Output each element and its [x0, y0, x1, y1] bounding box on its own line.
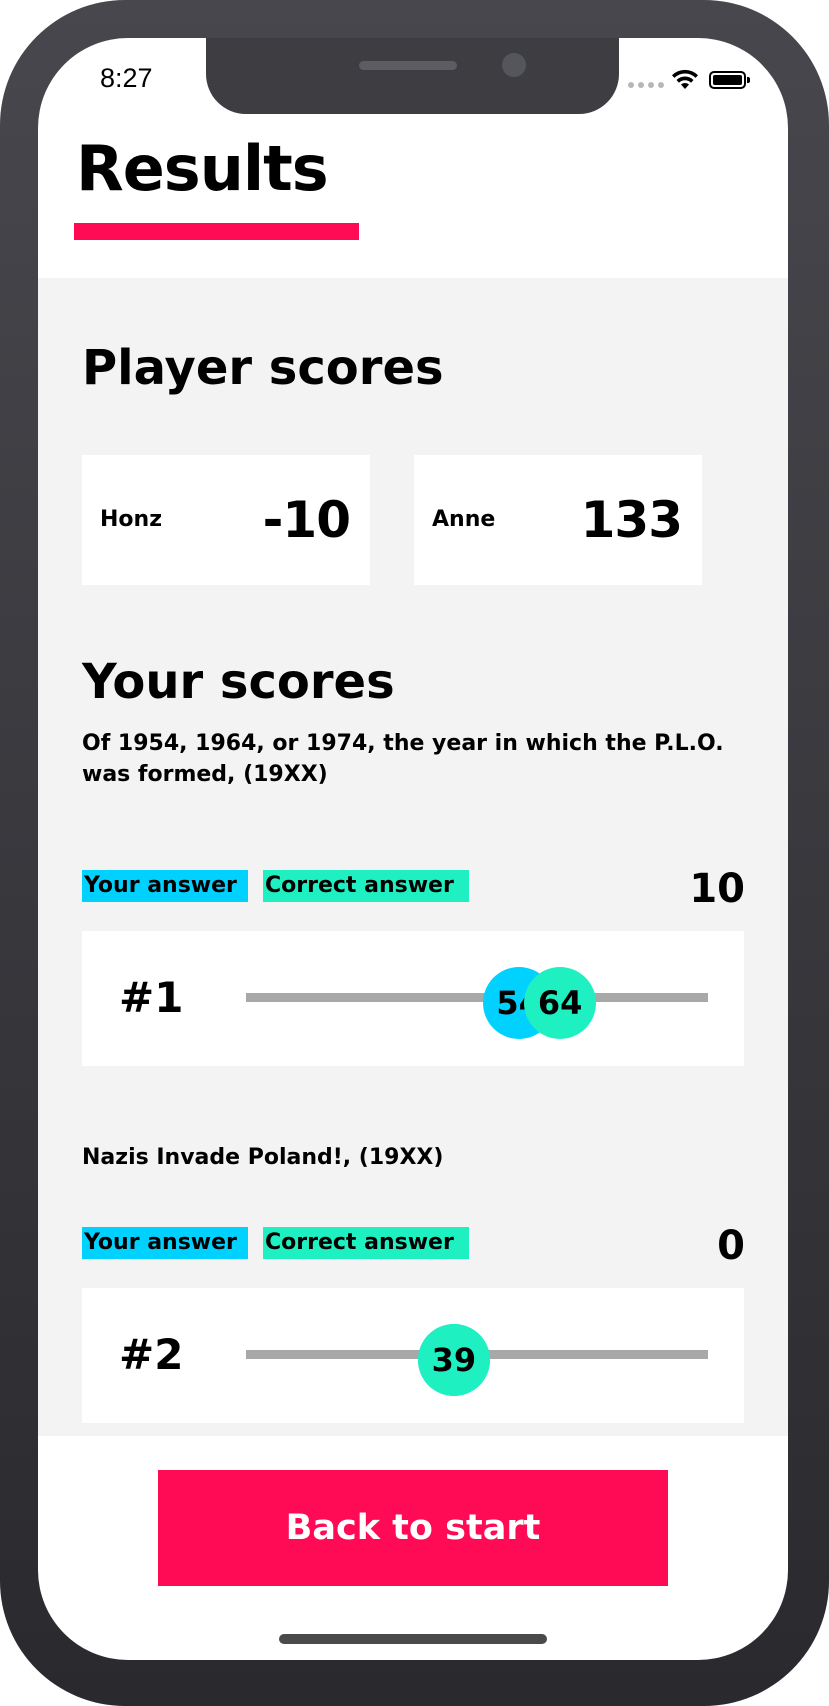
- correct-answer-tag: Correct answer: [263, 870, 469, 902]
- player-name: Honz: [100, 507, 162, 532]
- player-score-card: Anne 133: [414, 455, 702, 585]
- answer-card: #2 39 39: [82, 1288, 744, 1423]
- correct-answer-marker: 64: [524, 967, 597, 1039]
- your-answer-tag: Your answer: [82, 1227, 248, 1259]
- status-time: 8:27: [100, 63, 153, 93]
- player-score-card: Honz -10: [82, 455, 370, 585]
- answer-card: #1 54 64: [82, 931, 744, 1066]
- page-title: Results: [76, 132, 329, 205]
- notch: [206, 38, 619, 114]
- camera: [502, 53, 526, 77]
- player-score: -10: [262, 491, 351, 549]
- your-scores-heading: Your scores: [82, 654, 395, 710]
- question-points: 10: [689, 866, 745, 912]
- question-points: 0: [717, 1223, 745, 1269]
- question-number: #2: [119, 1330, 184, 1379]
- battery-icon: [709, 71, 750, 89]
- home-indicator: [279, 1634, 547, 1644]
- player-scores-heading: Player scores: [82, 340, 444, 396]
- signal-icon: [628, 82, 664, 88]
- correct-answer-tag: Correct answer: [263, 1227, 469, 1259]
- back-to-start-button[interactable]: Back to start: [158, 1470, 668, 1586]
- title-underline: [74, 223, 359, 240]
- status-indicators: [628, 68, 750, 92]
- wifi-icon: [672, 69, 698, 89]
- screen: 8:27 Results Player scores Honz -10 Anne…: [38, 38, 788, 1660]
- correct-answer-marker: 39: [417, 1324, 490, 1396]
- player-score: 133: [580, 491, 683, 549]
- speaker: [359, 61, 457, 70]
- results-content[interactable]: Player scores Honz -10 Anne 133 Your sco…: [38, 278, 788, 1436]
- question-text: Of 1954, 1964, or 1974, the year in whic…: [82, 731, 724, 787]
- question-number: #1: [119, 973, 184, 1022]
- player-name: Anne: [432, 507, 496, 532]
- answer-track: [246, 993, 708, 1002]
- phone-frame: 8:27 Results Player scores Honz -10 Anne…: [0, 0, 829, 1706]
- question-text: Nazis Invade Poland!, (19XX): [82, 1145, 444, 1170]
- your-answer-tag: Your answer: [82, 870, 248, 902]
